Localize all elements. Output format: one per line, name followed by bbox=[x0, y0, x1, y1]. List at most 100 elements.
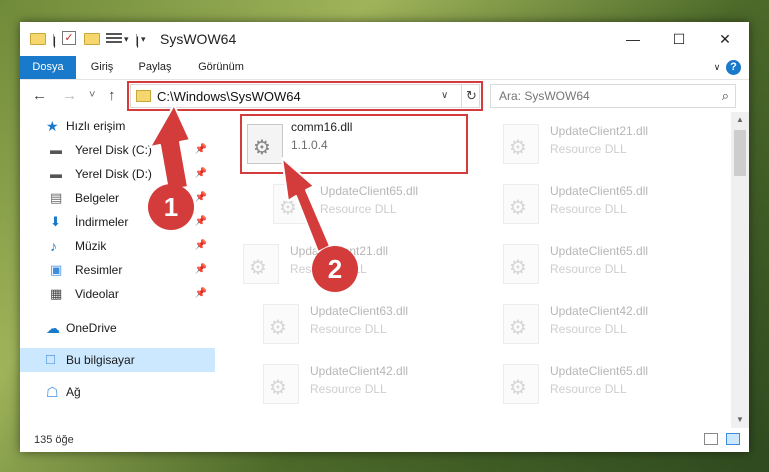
computer-icon: □ bbox=[46, 351, 56, 368]
scroll-thumb[interactable] bbox=[734, 130, 746, 176]
sidebar-item-network[interactable]: ☖ Ağ bbox=[20, 380, 215, 404]
vertical-scrollbar[interactable]: ▲ ▼ bbox=[731, 112, 749, 428]
gear-icon: ⚙ bbox=[279, 197, 297, 219]
navigation-bar: ← → ˅ ↑ C:\Windows\SysWOW64 ∨ ↻ ⌕ bbox=[20, 80, 749, 112]
pictures-icon: ▣ bbox=[50, 262, 63, 277]
file-item[interactable]: ⚙ UpdateClient42.dll Resource DLL bbox=[235, 356, 465, 414]
ribbon: Dosya Giriş Paylaş Görünüm ∨ ? bbox=[20, 56, 749, 80]
drive-icon: ▬ bbox=[50, 167, 62, 181]
folder-icon bbox=[30, 33, 46, 45]
scroll-down-button[interactable]: ▼ bbox=[731, 412, 749, 428]
sidebar-item-music[interactable]: ♪ Müzik 📌 bbox=[20, 234, 215, 258]
toolbar-dropdown-icon[interactable]: ▾ bbox=[124, 34, 129, 50]
toolbar-separator: | bbox=[53, 34, 57, 48]
ribbon-expand-icon[interactable]: ∨ bbox=[710, 56, 724, 79]
scroll-up-button[interactable]: ▲ bbox=[731, 112, 749, 128]
pin-icon[interactable]: 📌 bbox=[195, 282, 207, 306]
search-box[interactable]: ⌕ bbox=[490, 84, 736, 108]
search-icon[interactable]: ⌕ bbox=[722, 88, 729, 104]
file-description: Resource DLL bbox=[550, 142, 627, 156]
minimize-button[interactable]: — bbox=[610, 22, 656, 56]
file-description: Resource DLL bbox=[550, 382, 627, 396]
address-highlight-box bbox=[127, 81, 483, 111]
quick-access-dropdown-icon[interactable]: ▾ bbox=[141, 34, 146, 50]
tab-home[interactable]: Giriş bbox=[86, 56, 118, 79]
sidebar-item-label: Hızlı erişim bbox=[66, 119, 126, 133]
maximize-button[interactable]: ☐ bbox=[656, 22, 702, 56]
file-item[interactable]: ⚙ UpdateClient65.dll Resource DLL bbox=[245, 176, 475, 234]
dll-file-icon: ⚙ bbox=[247, 124, 283, 164]
gear-icon: ⚙ bbox=[269, 377, 287, 399]
file-name: UpdateClient63.dll bbox=[310, 304, 409, 318]
file-name: UpdateClient65.dll bbox=[550, 244, 649, 258]
pin-icon[interactable]: 📌 bbox=[195, 234, 207, 258]
pin-icon[interactable]: 📌 bbox=[195, 186, 207, 210]
download-icon: ⬇ bbox=[50, 214, 61, 229]
dll-file-icon: ⚙ bbox=[243, 244, 279, 284]
file-description: Resource DLL bbox=[310, 322, 387, 336]
file-item[interactable]: ⚙ UpdateClient42.dll Resource DLL bbox=[475, 296, 705, 354]
toolbar-separator: | bbox=[136, 34, 140, 48]
tab-share[interactable]: Paylaş bbox=[137, 56, 173, 79]
sidebar-item-label: Yerel Disk (C:) bbox=[75, 143, 152, 157]
sidebar-item-local-disk-c[interactable]: ▬ Yerel Disk (C:) 📌 bbox=[20, 138, 215, 162]
file-name: UpdateClient42.dll bbox=[550, 304, 649, 318]
title-bar: | ✓ ▾ | ▾ SysWOW64 — ☐ ✕ bbox=[20, 22, 749, 56]
gear-icon: ⚙ bbox=[509, 137, 527, 159]
gear-icon: ⚙ bbox=[269, 317, 287, 339]
pin-icon[interactable]: 📌 bbox=[195, 258, 207, 282]
pin-icon[interactable]: 📌 bbox=[195, 162, 207, 186]
file-description: Resource DLL bbox=[320, 202, 397, 216]
explorer-window: | ✓ ▾ | ▾ SysWOW64 — ☐ ✕ Dosya Giriş Pay… bbox=[20, 22, 749, 452]
sidebar-item-label: Bu bilgisayar bbox=[66, 353, 135, 367]
sidebar-item-onedrive[interactable]: ☁ OneDrive bbox=[20, 316, 215, 340]
gear-icon: ⚙ bbox=[509, 257, 527, 279]
pin-icon[interactable]: 📌 bbox=[195, 210, 207, 234]
dll-file-icon: ⚙ bbox=[503, 364, 539, 404]
tab-view[interactable]: Görünüm bbox=[197, 56, 245, 79]
file-item-comm16[interactable]: ⚙ comm16.dll 1.1.0.4 bbox=[240, 114, 468, 174]
dll-file-icon: ⚙ bbox=[503, 244, 539, 284]
recent-locations-button[interactable]: ˅ bbox=[89, 89, 95, 101]
file-name: UpdateClient65.dll bbox=[320, 184, 419, 198]
file-list: ⚙ comm16.dll 1.1.0.4 ⚙ UpdateClient21.dl… bbox=[215, 112, 731, 428]
sidebar-item-label: Belgeler bbox=[75, 191, 120, 205]
help-icon[interactable]: ? bbox=[726, 60, 741, 75]
sidebar-item-this-pc[interactable]: □ Bu bilgisayar bbox=[20, 348, 215, 372]
search-input[interactable] bbox=[499, 89, 699, 103]
tab-file[interactable]: Dosya bbox=[20, 56, 76, 79]
sidebar-item-quick-access[interactable]: ★ Hızlı erişim bbox=[20, 114, 215, 138]
tiles-view-icon[interactable] bbox=[726, 433, 740, 445]
file-item[interactable]: ⚙ UpdateClient63.dll Resource DLL bbox=[235, 296, 465, 354]
file-name: UpdateClient65.dll bbox=[550, 364, 649, 378]
sidebar-item-pictures[interactable]: ▣ Resimler 📌 bbox=[20, 258, 215, 282]
gear-icon: ⚙ bbox=[253, 137, 271, 159]
file-version: 1.1.0.4 bbox=[291, 138, 328, 152]
details-view-icon[interactable] bbox=[704, 433, 718, 445]
new-folder-icon[interactable] bbox=[84, 33, 100, 45]
file-item[interactable]: ⚙ UpdateClient65.dll Resource DLL bbox=[475, 356, 705, 414]
pin-icon[interactable]: 📌 bbox=[195, 138, 207, 162]
sidebar-item-local-disk-d[interactable]: ▬ Yerel Disk (D:) 📌 bbox=[20, 162, 215, 186]
documents-icon: ▤ bbox=[50, 190, 63, 205]
file-description: Resource DLL bbox=[550, 262, 627, 276]
dll-file-icon: ⚙ bbox=[503, 124, 539, 164]
file-item[interactable]: ⚙ UpdateClient21.dll Resource DLL bbox=[475, 116, 705, 174]
file-name: UpdateClient65.dll bbox=[550, 184, 649, 198]
back-button[interactable]: ← bbox=[32, 87, 47, 104]
up-button[interactable]: ↑ bbox=[108, 87, 116, 104]
file-item[interactable]: ⚙ UpdateClient65.dll Resource DLL bbox=[475, 236, 705, 294]
dll-file-icon: ⚙ bbox=[263, 304, 299, 344]
file-item[interactable]: ⚙ UpdateClient65.dll Resource DLL bbox=[475, 176, 705, 234]
music-icon: ♪ bbox=[50, 238, 57, 254]
close-button[interactable]: ✕ bbox=[702, 22, 748, 56]
sidebar-item-label: İndirmeler bbox=[75, 215, 129, 229]
forward-button[interactable]: → bbox=[62, 87, 77, 104]
dll-file-icon: ⚙ bbox=[263, 364, 299, 404]
properties-check-icon[interactable]: ✓ bbox=[62, 31, 76, 45]
sidebar-item-videos[interactable]: ▦ Videolar 📌 bbox=[20, 282, 215, 306]
sidebar-item-label: Videolar bbox=[75, 287, 119, 301]
star-icon: ★ bbox=[46, 118, 59, 134]
callout-badge-1: 1 bbox=[148, 184, 194, 230]
customize-toolbar-icon[interactable] bbox=[106, 31, 122, 45]
